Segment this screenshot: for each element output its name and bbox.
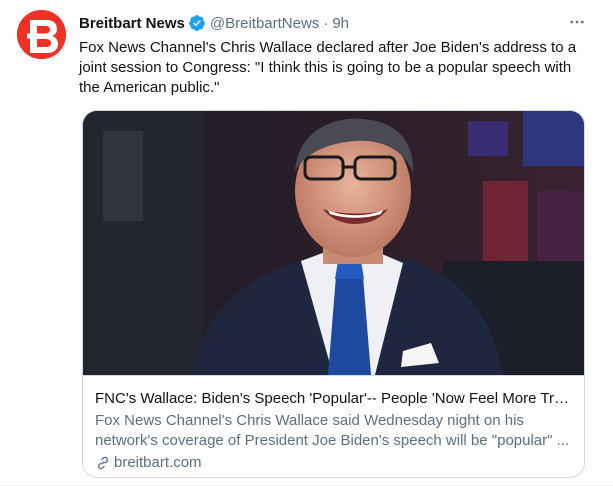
breitbart-logo-icon	[17, 10, 66, 59]
tweet[interactable]: Breitbart News @BreitbartNews · 9h Fox N…	[0, 0, 613, 486]
verified-badge-icon	[188, 14, 206, 32]
tweet-header: Breitbart News @BreitbartNews · 9h	[79, 12, 349, 34]
author-handle[interactable]: @BreitbartNews	[210, 15, 319, 32]
more-icon[interactable]	[565, 10, 589, 34]
timestamp[interactable]: 9h	[332, 15, 349, 32]
card-domain[interactable]: breitbart.com	[95, 453, 574, 473]
tweet-text: Fox News Channel's Chris Wallace declare…	[79, 39, 577, 96]
link-icon	[97, 456, 109, 470]
card-description: Fox News Channel's Chris Wallace said We…	[95, 412, 570, 449]
card-image[interactable]	[83, 111, 584, 375]
author-name[interactable]: Breitbart News	[79, 15, 185, 32]
card-title[interactable]: FNC's Wallace: Biden's Speech 'Popular'-…	[95, 389, 573, 408]
card-domain-text[interactable]: breitbart.com	[114, 453, 202, 473]
avatar[interactable]	[17, 10, 66, 59]
link-card[interactable]: FNC's Wallace: Biden's Speech 'Popular'-…	[82, 110, 585, 478]
separator-dot: ·	[323, 14, 329, 32]
card-body[interactable]: FNC's Wallace: Biden's Speech 'Popular'-…	[83, 375, 584, 477]
